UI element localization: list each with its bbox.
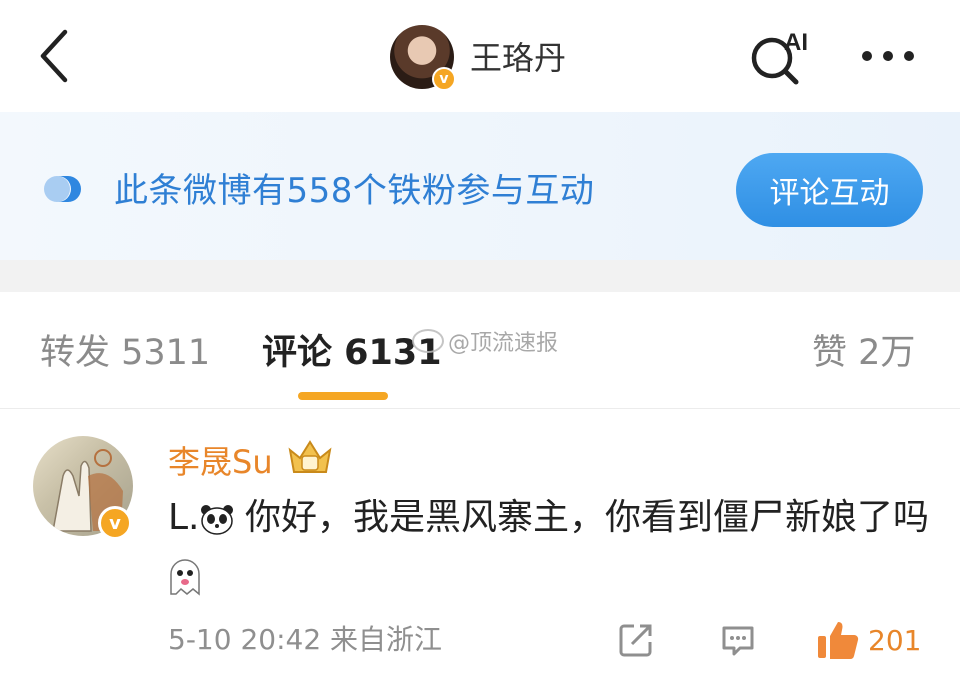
verified-badge: v [432,67,456,91]
thumb-up-icon [818,622,859,660]
more-dot [904,51,914,61]
comment-text: L. 你好，我是黑风寨主，你看到僵尸新娘了吗 [168,490,938,612]
section-divider [0,260,960,292]
like-button[interactable]: 201 [816,618,936,662]
more-dot [862,51,872,61]
vip-crown-badge-icon [286,438,334,478]
reply-button[interactable] [720,618,760,662]
weibo-logo-icon [412,329,444,353]
comment-text-main: 你好，我是黑风寨主，你看到僵尸新娘了吗 [233,497,929,538]
comment-author[interactable]: 李晟Su [168,440,273,484]
ai-label: AI [784,29,808,56]
comment-meta: 5-10 20:42 来自浙江 [168,623,443,656]
panda-emoji-icon [200,496,234,551]
comment-text-prefix: L. [168,497,200,538]
more-dot [883,51,893,61]
share-icon [619,624,652,657]
tab-repost[interactable]: 转发 5311 [40,330,210,376]
watermark-text: @顶流速报 [448,331,559,356]
back-button[interactable] [34,28,74,84]
banner-text: 此条微博有558个铁粉参与互动 [114,171,595,211]
watermark: @顶流速报 [412,328,558,360]
tab-like[interactable]: 赞 2万 [812,330,915,376]
back-arrow-icon [40,29,68,83]
share-button[interactable] [618,618,658,662]
ai-search-icon: AI [751,29,808,85]
ai-search-button[interactable]: AI [748,24,820,88]
reply-icon [722,626,754,656]
more-button[interactable] [856,36,920,76]
like-count: 201 [868,623,922,657]
comment-interact-button[interactable]: 评论互动 [736,153,923,227]
fans-icon [44,174,90,204]
ghost-emoji-icon [168,557,202,612]
tab-active-indicator [298,392,388,400]
verified-badge: v [98,506,132,540]
header-user-name[interactable]: 王珞丹 [470,36,566,80]
